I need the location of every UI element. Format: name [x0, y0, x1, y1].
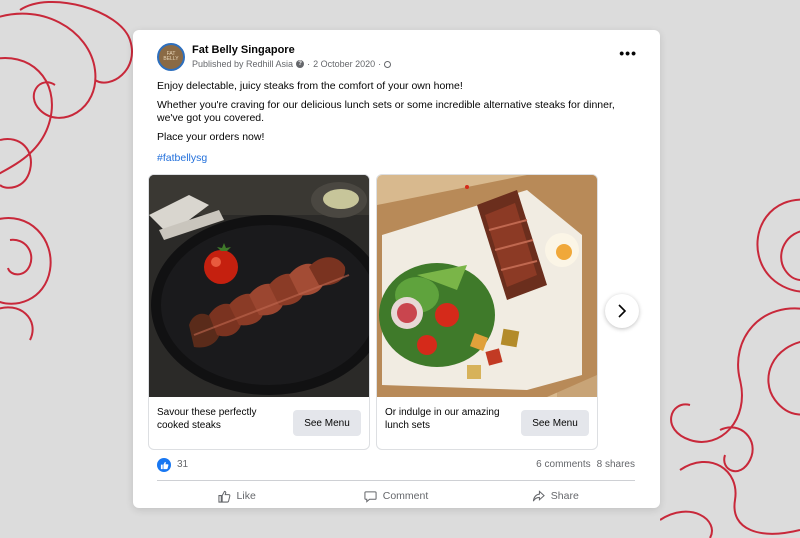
hashtag-link[interactable]: #fatbellysg: [157, 152, 207, 164]
comment-count[interactable]: 6 comments: [536, 459, 590, 470]
carousel-caption: Savour these perfectly cooked steaks: [157, 407, 257, 431]
stats-right: 6 comments 8 shares: [536, 459, 635, 470]
meta-separator-1: ·: [307, 59, 311, 69]
help-icon[interactable]: ?: [296, 60, 305, 68]
background-ornament-right: [660, 198, 800, 538]
post-paragraph: Whether you're craving for our delicious…: [157, 99, 615, 124]
see-menu-button[interactable]: See Menu: [521, 410, 589, 436]
like-icon: [217, 490, 230, 503]
post-body: Enjoy delectable, juicy steaks from the …: [157, 80, 627, 150]
comment-label: Comment: [382, 490, 429, 502]
share-icon: [532, 489, 545, 501]
meta-separator-2: ·: [378, 59, 382, 69]
share-label: Share: [550, 490, 579, 502]
carousel-card-2[interactable]: Or indulge in our amazing lunch sets See…: [376, 174, 598, 450]
post-date[interactable]: 2 October 2020: [313, 59, 375, 69]
post-actions: Like Comment Share: [157, 484, 635, 508]
post-meta: Published by Redhill Asia ? · 2 October …: [192, 59, 392, 69]
chevron-right-icon: [618, 304, 627, 318]
post-card: FAT BELLY Fat Belly Singapore Published …: [133, 30, 660, 508]
post-paragraph: Place your orders now!: [157, 131, 265, 143]
page-name-link[interactable]: Fat Belly Singapore: [192, 44, 295, 56]
divider: [157, 480, 635, 481]
avatar-text: FAT BELLY: [163, 51, 179, 62]
globe-icon: [384, 60, 392, 68]
published-by[interactable]: Published by Redhill Asia: [192, 59, 293, 69]
steak-plate-image[interactable]: [149, 175, 369, 397]
background-ornament-left: [0, 1, 133, 341]
share-button[interactable]: Share: [476, 484, 635, 508]
carousel-caption: Or indulge in our amazing lunch sets: [385, 407, 500, 431]
like-button[interactable]: Like: [157, 484, 316, 508]
share-count[interactable]: 8 shares: [597, 459, 635, 470]
like-count[interactable]: 31: [177, 459, 188, 470]
avatar[interactable]: FAT BELLY: [157, 43, 185, 71]
comment-icon: [364, 490, 377, 503]
post-paragraph: Enjoy delectable, juicy steaks from the …: [157, 80, 463, 92]
lunch-box-image[interactable]: [377, 175, 597, 397]
comment-button[interactable]: Comment: [316, 484, 475, 508]
more-icon[interactable]: •••: [619, 45, 637, 61]
post-stats: 31 6 comments 8 shares: [157, 458, 635, 474]
like-reaction-icon[interactable]: [157, 458, 171, 472]
carousel-next-button[interactable]: [605, 294, 639, 328]
like-label: Like: [236, 490, 256, 502]
see-menu-button[interactable]: See Menu: [293, 410, 361, 436]
post-header: FAT BELLY Fat Belly Singapore Published …: [157, 43, 637, 77]
carousel-card-1[interactable]: Savour these perfectly cooked steaks See…: [148, 174, 370, 450]
